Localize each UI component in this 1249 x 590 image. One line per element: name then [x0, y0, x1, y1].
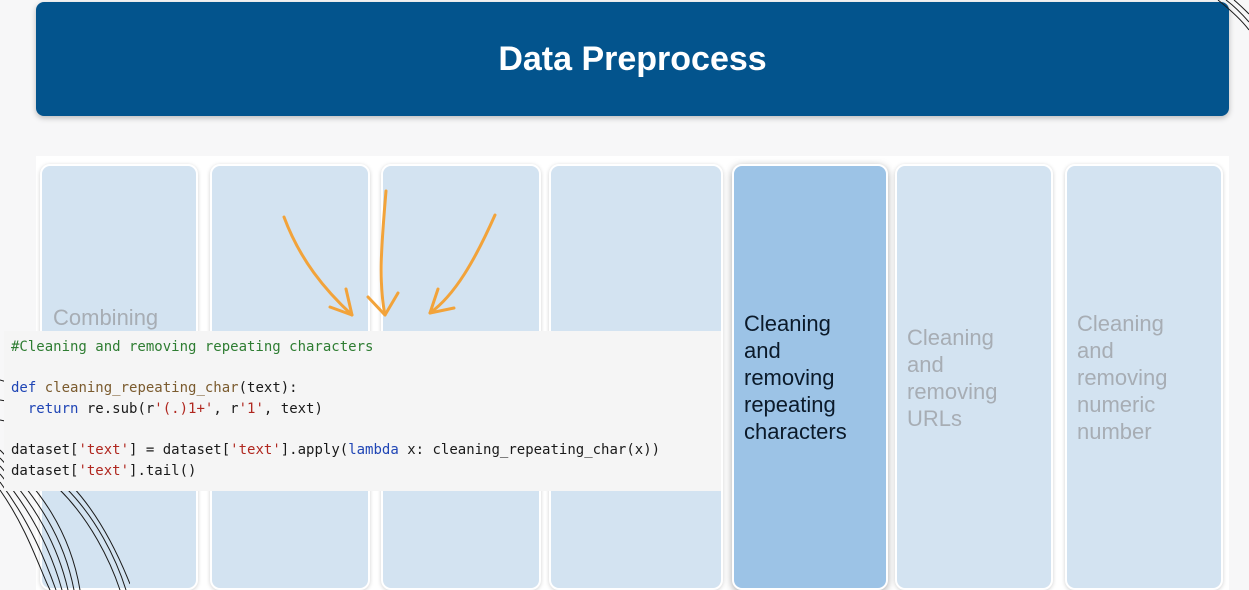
arrow-right: [428, 213, 497, 315]
arrow-left: [282, 215, 354, 317]
arrows-illustration: [282, 189, 497, 317]
step-card-7-label: Cleaning and removing numeric number: [1077, 311, 1168, 444]
title-banner: Data Preprocess: [36, 2, 1229, 116]
arrow-middle: [379, 189, 388, 317]
code-snippet: #Cleaning and removing repeating charact…: [4, 331, 721, 491]
decorative-corner-lines: [1217, 0, 1249, 31]
function-name: cleaning_repeating_char: [44, 380, 239, 397]
step-card-active: Cleaning and removing repeating characte…: [732, 164, 888, 590]
slide-title: Data Preprocess: [498, 39, 767, 78]
step-card-7: Cleaning and removing numeric number: [1065, 164, 1223, 590]
step-card-5-label: Cleaning and removing repeating characte…: [744, 311, 847, 444]
code-comment: #Cleaning and removing repeating charact…: [11, 339, 374, 355]
step-card-6-label: Cleaning and removing URLs: [907, 325, 998, 431]
step-card-6: Cleaning and removing URLs: [895, 164, 1053, 590]
step-card-1-label: Combining: [53, 305, 159, 330]
